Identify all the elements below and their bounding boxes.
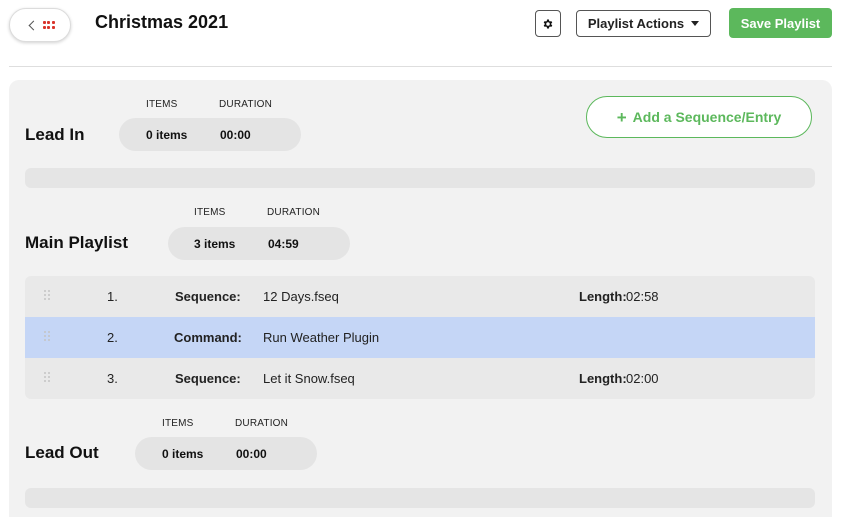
add-sequence-entry-label: Add a Sequence/Entry [632, 109, 782, 125]
header-divider [9, 66, 832, 67]
entry-type: Command: [174, 330, 242, 345]
lead-in-duration: 00:00 [220, 128, 251, 142]
entry-name: 12 Days.fseq [263, 289, 339, 304]
lead-out-duration: 00:00 [236, 447, 267, 461]
entry-length: 02:58 [626, 289, 659, 304]
entry-number: 3. [107, 371, 118, 386]
back-button[interactable] [9, 8, 71, 42]
playlist-actions-label: Playlist Actions [587, 16, 685, 31]
save-playlist-button[interactable]: Save Playlist [729, 8, 832, 38]
entry-type: Sequence: [175, 289, 241, 304]
lead-in-title: Lead In [25, 125, 85, 144]
plus-icon: + [616, 107, 627, 127]
lead-out-duration-header: DURATION [235, 418, 289, 429]
entry-number: 1. [107, 289, 118, 304]
playlist-entry-row[interactable]: 2. Command: Run Weather Plugin [25, 317, 815, 358]
main-duration: 04:59 [268, 237, 299, 251]
lead-out-items-count: 0 items [162, 447, 204, 461]
lead-in-duration-header: DURATION [219, 99, 273, 110]
main-items-header: ITEMS [194, 207, 226, 218]
playlist-entry-row[interactable]: 1. Sequence: 12 Days.fseq Length: 02:58 [25, 276, 815, 317]
entry-length-label: Length: [579, 289, 627, 304]
page-title: Christmas 2021 [95, 12, 229, 32]
grid-menu-icon [42, 21, 55, 29]
drag-handle-icon[interactable] [44, 290, 50, 300]
main-duration-header: DURATION [267, 207, 321, 218]
lead-out-drop-zone[interactable] [25, 488, 815, 508]
main-items-count: 3 items [194, 237, 236, 251]
lead-in-drop-zone[interactable] [25, 168, 815, 188]
drag-handle-icon[interactable] [44, 331, 50, 341]
lead-out-items-header: ITEMS [162, 418, 194, 429]
entry-name: Run Weather Plugin [263, 330, 380, 345]
entry-number: 2. [107, 330, 118, 345]
gear-icon [543, 19, 553, 28]
lead-in-items-header: ITEMS [146, 99, 178, 110]
playlist-entry-row[interactable]: 3. Sequence: Let it Snow.fseq Length: 02… [25, 358, 815, 399]
lead-in-items-count: 0 items [146, 128, 188, 142]
caret-down-icon [691, 21, 700, 26]
entry-length: 02:00 [626, 371, 659, 386]
chevron-left-icon [28, 20, 38, 30]
entry-type: Sequence: [175, 371, 241, 386]
main-playlist-title: Main Playlist [25, 233, 128, 252]
settings-button[interactable] [535, 10, 561, 37]
drag-handle-icon[interactable] [44, 372, 50, 382]
playlist-actions-dropdown[interactable]: Playlist Actions [576, 10, 711, 37]
entry-name: Let it Snow.fseq [263, 371, 355, 386]
add-sequence-entry-button[interactable]: + Add a Sequence/Entry [586, 96, 812, 138]
entry-length-label: Length: [579, 371, 627, 386]
lead-out-title: Lead Out [25, 443, 99, 462]
